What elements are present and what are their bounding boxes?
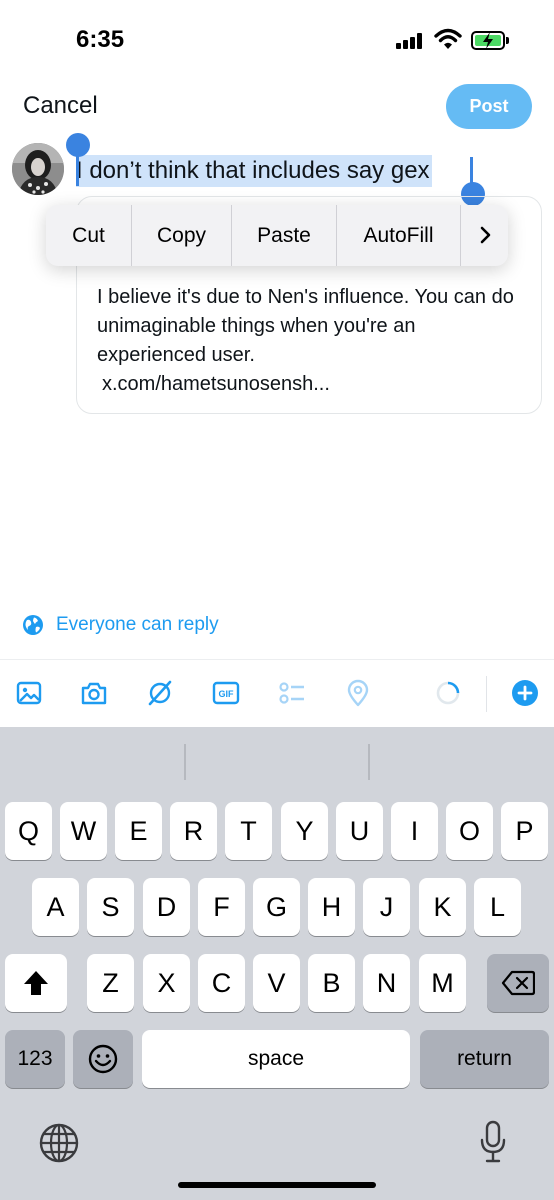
quoted-post-link[interactable]: x.com/hametsunosensh... bbox=[97, 370, 527, 399]
cut-menu-item[interactable]: Cut bbox=[46, 205, 132, 266]
avatar[interactable] bbox=[12, 143, 64, 195]
compose-toolbar: GIF bbox=[0, 659, 554, 727]
key-f[interactable]: F bbox=[198, 878, 245, 936]
backspace-icon bbox=[501, 970, 536, 996]
poll-icon[interactable] bbox=[278, 679, 306, 707]
selection-start-grip[interactable] bbox=[66, 133, 90, 157]
key-n[interactable]: N bbox=[363, 954, 410, 1012]
emoji-icon bbox=[88, 1044, 118, 1074]
toolbar-divider bbox=[486, 676, 487, 712]
suggestion-divider bbox=[184, 744, 186, 780]
shift-icon bbox=[24, 971, 48, 995]
key-x[interactable]: X bbox=[143, 954, 190, 1012]
status-bar: 6:35 bbox=[0, 0, 554, 84]
key-b[interactable]: B bbox=[308, 954, 355, 1012]
suggestion-divider bbox=[368, 744, 370, 780]
key-t[interactable]: T bbox=[225, 802, 272, 860]
key-r[interactable]: R bbox=[170, 802, 217, 860]
key-u[interactable]: U bbox=[336, 802, 383, 860]
key-w[interactable]: W bbox=[60, 802, 107, 860]
image-icon[interactable] bbox=[15, 679, 43, 707]
reply-setting-label[interactable]: Everyone can reply bbox=[56, 614, 219, 636]
shift-key[interactable] bbox=[5, 954, 67, 1012]
key-y[interactable]: Y bbox=[281, 802, 328, 860]
battery-icon bbox=[471, 31, 509, 50]
keyboard: Q W E R T Y U I O P A S D F G H J K L Z … bbox=[0, 727, 554, 1200]
microphone-icon bbox=[480, 1120, 506, 1163]
key-e[interactable]: E bbox=[115, 802, 162, 860]
key-s[interactable]: S bbox=[87, 878, 134, 936]
key-z[interactable]: Z bbox=[87, 954, 134, 1012]
globe-icon bbox=[23, 615, 43, 635]
key-k[interactable]: K bbox=[419, 878, 466, 936]
dictation-key[interactable] bbox=[478, 1120, 508, 1164]
emoji-key[interactable] bbox=[73, 1030, 133, 1088]
key-i[interactable]: I bbox=[391, 802, 438, 860]
camera-icon[interactable] bbox=[80, 679, 108, 707]
cancel-button[interactable]: Cancel bbox=[23, 92, 98, 120]
key-g[interactable]: G bbox=[253, 878, 300, 936]
key-p[interactable]: P bbox=[501, 802, 548, 860]
key-c[interactable]: C bbox=[198, 954, 245, 1012]
reply-setting-button[interactable]: Everyone can reply bbox=[22, 611, 219, 639]
wifi-icon bbox=[434, 28, 462, 50]
globe-key[interactable] bbox=[38, 1122, 80, 1164]
grok-icon[interactable] bbox=[146, 679, 174, 707]
post-button[interactable]: Post bbox=[446, 84, 532, 129]
gif-icon-label: GIF bbox=[219, 689, 235, 699]
edit-context-menu: Cut Copy Paste AutoFill bbox=[46, 205, 508, 266]
numbers-key[interactable]: 123 bbox=[5, 1030, 65, 1088]
key-j[interactable]: J bbox=[363, 878, 410, 936]
key-d[interactable]: D bbox=[143, 878, 190, 936]
key-l[interactable]: L bbox=[474, 878, 521, 936]
key-v[interactable]: V bbox=[253, 954, 300, 1012]
space-key[interactable]: space bbox=[142, 1030, 410, 1088]
cellular-signal-icon bbox=[396, 33, 424, 49]
quoted-post-text: I believe it's due to Nen's influence. Y… bbox=[97, 283, 527, 399]
keyboard-globe-icon bbox=[39, 1123, 79, 1163]
selected-text[interactable]: I don’t think that includes say gex bbox=[76, 155, 432, 187]
key-h[interactable]: H bbox=[308, 878, 355, 936]
quoted-post-body: I believe it's due to Nen's influence. Y… bbox=[97, 286, 514, 366]
add-icon[interactable] bbox=[511, 679, 539, 707]
paste-menu-item[interactable]: Paste bbox=[232, 205, 337, 266]
chevron-right-icon bbox=[480, 226, 490, 244]
key-q[interactable]: Q bbox=[5, 802, 52, 860]
key-m[interactable]: M bbox=[419, 954, 466, 1012]
key-o[interactable]: O bbox=[446, 802, 493, 860]
char-count-icon bbox=[434, 679, 462, 707]
home-indicator[interactable] bbox=[178, 1182, 376, 1188]
autofill-menu-item[interactable]: AutoFill bbox=[337, 205, 461, 266]
more-menu-button[interactable] bbox=[461, 205, 508, 266]
copy-menu-item[interactable]: Copy bbox=[132, 205, 232, 266]
backspace-key[interactable] bbox=[487, 954, 549, 1012]
compose-text-field[interactable]: I don’t think that includes say gex bbox=[76, 155, 432, 187]
status-time: 6:35 bbox=[76, 26, 125, 53]
return-key[interactable]: return bbox=[420, 1030, 549, 1088]
gif-icon[interactable]: GIF bbox=[212, 679, 240, 707]
key-a[interactable]: A bbox=[32, 878, 79, 936]
location-icon[interactable] bbox=[344, 679, 372, 707]
